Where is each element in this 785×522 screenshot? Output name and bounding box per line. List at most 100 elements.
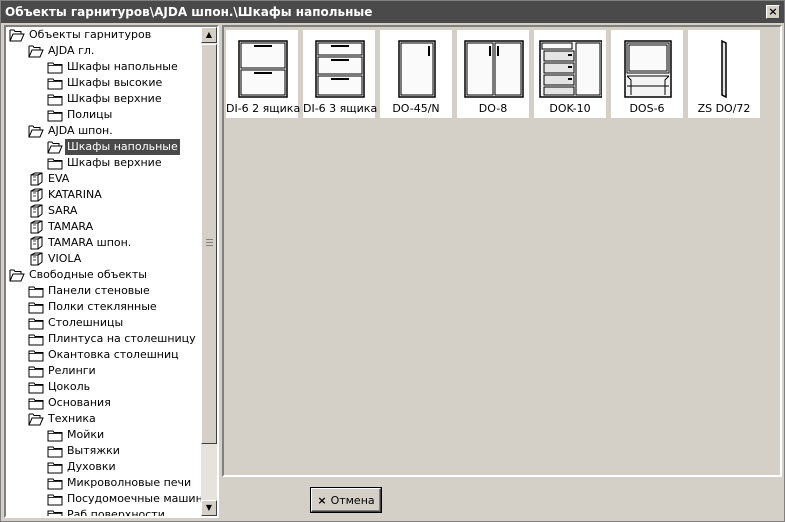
tree-item-label: Шкафы напольные — [67, 60, 178, 73]
tree-item-label: TAMARA — [48, 220, 94, 233]
tree-item-label: SARA — [48, 204, 78, 217]
tree-item[interactable]: Шкафы верхние — [47, 155, 164, 171]
tree-item[interactable]: Мойки — [47, 427, 106, 443]
tree-item[interactable]: Панели стеновые — [28, 283, 152, 299]
tree-item[interactable]: KATARINA — [28, 187, 104, 203]
double-door-cabinet-icon — [461, 34, 525, 100]
tree-item[interactable]: TAMARA — [28, 219, 95, 235]
tree-item[interactable]: Полицы — [47, 107, 114, 123]
folder-icon — [28, 284, 44, 298]
tree-item[interactable]: Объекты гарнитуров — [9, 27, 153, 43]
tree-item-label: Окантовка столешниц — [48, 348, 179, 361]
tree-scrollbar[interactable]: ▲ ▼ — [201, 27, 217, 516]
object-tile-label: DOS-6 — [629, 102, 665, 115]
tree-item-label: Объекты гарнитуров — [29, 28, 152, 41]
open-folder-icon — [28, 44, 44, 58]
folder-icon — [47, 476, 63, 490]
tree-item-label: Свободные объекты — [29, 268, 147, 281]
tree-panel: Объекты гарнитуров AJDA гл. Шкафы напольны… — [4, 25, 219, 518]
tree-item[interactable]: EVA — [28, 171, 71, 187]
scroll-thumb[interactable] — [201, 44, 217, 444]
tree-item-label: VIOLA — [48, 252, 82, 265]
three-drawer-cabinet-icon — [307, 34, 371, 100]
open-folder-icon — [9, 28, 25, 42]
tree-item[interactable]: Шкафы напольные — [47, 139, 180, 155]
tree-item[interactable]: Основания — [28, 395, 113, 411]
open-folder-icon — [28, 124, 44, 138]
two-drawer-cabinet-icon — [230, 34, 294, 100]
object-tile[interactable]: DO-8 — [457, 30, 529, 118]
folder-icon — [47, 444, 63, 458]
tree-item[interactable]: Свободные объекты — [9, 267, 149, 283]
tree-item[interactable]: Духовки — [47, 459, 118, 475]
object-tile[interactable]: DI-6 3 ящика — [303, 30, 378, 118]
tree-item[interactable]: Шкафы высокие — [47, 75, 164, 91]
tree-item[interactable]: Посудомоечные машины — [47, 491, 202, 507]
folder-icon — [47, 60, 63, 74]
object-tile[interactable]: DO-45/N — [380, 30, 452, 118]
window-title: Объекты гарнитуров\AJDA шпон.\Шкафы напо… — [5, 5, 373, 19]
folder-icon — [47, 460, 63, 474]
tree-item[interactable]: Цоколь — [28, 379, 92, 395]
open-folder-icon — [28, 412, 44, 426]
object-tile[interactable]: ZS DO/72 — [688, 30, 760, 118]
tree-item[interactable]: SARA — [28, 203, 79, 219]
tree-item[interactable]: Шкафы напольные — [47, 59, 180, 75]
tree-item[interactable]: TAMARA шпон. — [28, 235, 133, 251]
dialog-window: Объекты гарнитуров\AJDA шпон.\Шкафы напо… — [0, 0, 785, 522]
folder-icon — [47, 428, 63, 442]
tree-item[interactable]: Окантовка столешниц — [28, 347, 181, 363]
open-shelf-cabinet-icon — [615, 34, 679, 100]
tree-item[interactable]: Раб.поверхности — [47, 507, 167, 516]
tree-item-label: Панели стеновые — [48, 284, 150, 297]
tree-item-label: TAMARA шпон. — [48, 236, 132, 249]
cancel-button[interactable]: × Отмена — [311, 488, 381, 512]
tree-item-label: Полицы — [67, 108, 113, 121]
tree-item[interactable]: Полки стеклянные — [28, 299, 159, 315]
items-panel: DI-6 2 ящика DI-6 3 ящика DO-45/N DO-8 DOK-1… — [222, 25, 782, 477]
folder-icon — [47, 492, 63, 506]
tree-item-label: EVA — [48, 172, 70, 185]
tree-item-label: Посудомоечные машины — [67, 492, 202, 505]
tree-item-label: Шкафы верхние — [67, 92, 162, 105]
side-panel-icon — [692, 34, 756, 100]
tree-item-label: Духовки — [67, 460, 116, 473]
tree-item[interactable]: Плинтуса на столешницу — [28, 331, 198, 347]
object-tile-label: DI-6 3 ящика — [303, 102, 378, 115]
scroll-down-button[interactable]: ▼ — [201, 500, 217, 516]
scroll-grip — [206, 239, 213, 246]
cabinet-icon — [28, 188, 44, 202]
tree-item[interactable]: Техника — [28, 411, 98, 427]
tree-item[interactable]: VIOLA — [28, 251, 83, 267]
tree-item-label: Основания — [48, 396, 111, 409]
open-folder-icon — [9, 268, 25, 282]
tree-item[interactable]: Вытяжки — [47, 443, 122, 459]
tree-item-label: Цоколь — [48, 380, 91, 393]
tree-item-label: Мойки — [67, 428, 105, 441]
drawer-door-cabinet-icon — [538, 34, 602, 100]
tree-item[interactable]: Шкафы верхние — [47, 91, 164, 107]
folder-icon — [28, 380, 44, 394]
folder-icon — [47, 76, 63, 90]
close-button[interactable]: × — [766, 5, 780, 19]
tree-item[interactable]: AJDA шпон. — [28, 123, 115, 139]
folder-icon — [47, 108, 63, 122]
tree-item[interactable]: Релинги — [28, 363, 98, 379]
tree-list: Объекты гарнитуров AJDA гл. Шкафы напольны… — [6, 27, 202, 516]
tree-item[interactable]: AJDA гл. — [28, 43, 96, 59]
folder-icon — [28, 364, 44, 378]
tree-item-label: Шкафы верхние — [67, 156, 162, 169]
folder-icon — [47, 92, 63, 106]
object-tile[interactable]: DOK-10 — [534, 30, 606, 118]
object-tile[interactable]: DI-6 2 ящика — [226, 30, 300, 118]
tree-item[interactable]: Столешницы — [28, 315, 125, 331]
tree-item-label: AJDA шпон. — [48, 124, 113, 137]
cancel-label: Отмена — [330, 493, 375, 507]
tree-item-label: AJDA гл. — [48, 44, 95, 57]
tree-item-label: Шкафы напольные — [65, 139, 180, 155]
scroll-up-button[interactable]: ▲ — [201, 27, 217, 43]
open-folder-icon — [47, 140, 63, 154]
object-tile[interactable]: DOS-6 — [611, 30, 683, 118]
folder-icon — [28, 316, 44, 330]
tree-item[interactable]: Микроволновые печи — [47, 475, 193, 491]
